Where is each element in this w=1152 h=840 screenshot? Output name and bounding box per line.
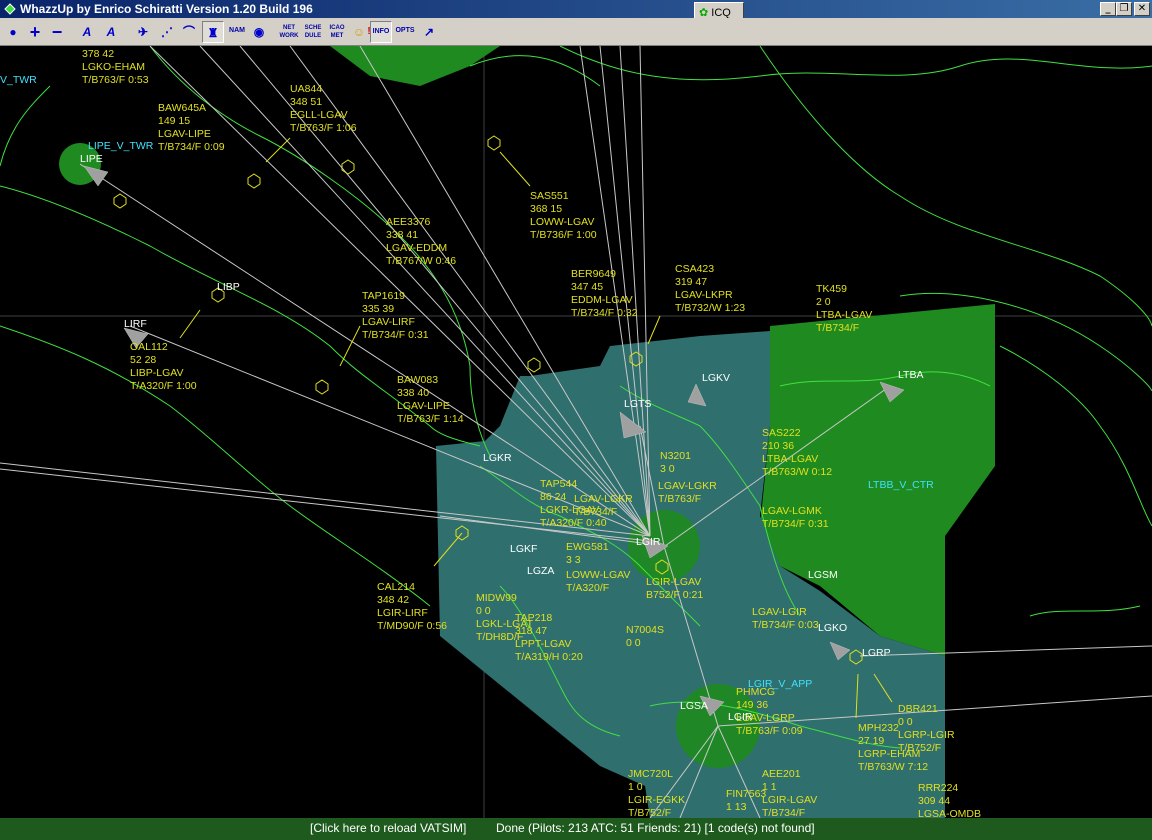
airplane-icon: ✈ (137, 25, 149, 39)
flight-label[interactable]: SAS222 210 36 LTBA-LGAV T/B763/W 0:12 (762, 427, 832, 479)
pointer-button[interactable]: ↗ (418, 21, 440, 43)
globe-icon: ● (9, 25, 17, 39)
earth-icon: ◉ (253, 25, 265, 39)
tower-button[interactable]: ♜ (202, 21, 224, 43)
flight-label[interactable]: LGAV-LGMK T/B734/F 0:31 (762, 505, 829, 531)
flight-label[interactable]: SAS551 368 15 LOWW-LGAV T/B736/F 1:00 (530, 190, 597, 242)
flight-label[interactable]: LGIR-LGAV B752/F 0:21 (646, 576, 703, 602)
airport-label[interactable]: LGKR (483, 452, 512, 464)
flight-label[interactable]: RRR224 309 44 LGSA-OMDB (918, 782, 981, 818)
status-bar: [Click here to reload VATSIM] Done (Pilo… (0, 818, 1152, 840)
font-smaller-button[interactable]: A (76, 21, 98, 43)
flight-label[interactable]: LGAV-LGKR T/B763/F (658, 480, 717, 506)
flight-label[interactable]: N7004S 0 0 (626, 624, 664, 650)
tower-icon: ♜ (207, 26, 219, 40)
controller-label[interactable]: V_TWR (0, 74, 37, 86)
airport-label[interactable]: LGKV (702, 372, 730, 384)
airport-label[interactable]: LGIR (636, 536, 661, 548)
network-button[interactable]: NET WORK (278, 21, 300, 43)
flight-label[interactable]: TK459 2 0 LTBA-LGAV T/B734/F (816, 283, 872, 335)
airport-label[interactable]: LGSA (680, 700, 708, 712)
airport-label[interactable]: LGKO (818, 622, 847, 634)
airport-label[interactable]: LTBA (898, 369, 923, 381)
schedule-button[interactable]: SCHE DULE (302, 21, 324, 43)
flight-label[interactable]: UA844 348 51 EGLL-LGAV T/B763/F 1:06 (290, 83, 357, 135)
toolbar: ● + − A A ✈ ⋰ ⌒ ♜ NAM ◉ NET WORK SCHE DU… (0, 18, 1152, 46)
pointer-icon: ↗ (423, 25, 435, 39)
nam-button[interactable]: NAM (226, 21, 248, 43)
airport-label[interactable]: LGRP (862, 647, 891, 659)
flight-label[interactable]: AEE3376 338 41 LGAV-EDDM T/B767/W 0:46 (386, 216, 456, 268)
status-text: Done (Pilots: 213 ATC: 51 Friends: 21) [… (496, 821, 815, 835)
airport-label[interactable]: LIRF (124, 318, 147, 330)
reload-vatsim-link[interactable]: [Click here to reload VATSIM] (310, 821, 466, 835)
flight-label[interactable]: OAL112 52 28 LIBP-LGAV T/A320/F 1:00 (130, 341, 197, 393)
airport-label[interactable]: LIBP (217, 281, 240, 293)
close-button[interactable]: ✕ (1134, 2, 1150, 16)
options-button[interactable]: OPTS (394, 21, 416, 43)
icao-met-button[interactable]: ICAO MET (326, 21, 348, 43)
minimize-button[interactable]: _ (1100, 2, 1116, 16)
airport-label[interactable]: LIPE (80, 153, 103, 165)
airplane-button[interactable]: ✈ (132, 21, 154, 43)
flight-label[interactable]: EWG581 3 3 (566, 541, 609, 567)
route-dots-button[interactable]: ⋰ (156, 21, 178, 43)
airport-label[interactable]: LGTS (624, 398, 651, 410)
flight-label[interactable]: LGAV-LGIR T/B734/F 0:03 (752, 606, 819, 632)
track-button[interactable]: ⌒ (178, 21, 200, 43)
airport-label[interactable]: LGZA (527, 565, 554, 577)
airport-label[interactable]: LGKF (510, 543, 537, 555)
flight-label[interactable]: DBR421 0 0 LGRP-LGIR T/B752/F (898, 703, 955, 755)
info-button[interactable]: INFO (370, 21, 392, 43)
airport-label[interactable]: LGSM (808, 569, 838, 581)
dots-icon: ⋰ (161, 25, 173, 39)
flight-label[interactable]: LOWW-LGAV T/A320/F (566, 569, 630, 595)
curve-icon: ⌒ (182, 25, 195, 39)
whazzup-app-icon (4, 3, 16, 15)
flight-label[interactable]: N3201 3 0 (660, 450, 691, 476)
flight-label[interactable]: FIN7563 1 13 (726, 788, 766, 814)
flight-label[interactable]: TAP1619 335 39 LGAV-LIRF T/B734/F 0:31 (362, 290, 429, 342)
flight-label[interactable]: LGAV-LGKR T/B734/F (574, 493, 633, 519)
airport-label[interactable]: LGIR (728, 711, 753, 723)
flight-label[interactable]: JMC720L 1 0 LGIR-EGKK T/B752/F (628, 768, 685, 818)
earth-button[interactable]: ◉ (248, 21, 270, 43)
controller-label[interactable]: LTBB_V_CTR (868, 479, 934, 491)
fir-sector-north (330, 46, 500, 86)
window-title: WhazzUp by Enrico Schiratti Version 1.20… (20, 2, 313, 16)
title-bar: WhazzUp by Enrico Schiratti Version 1.20… (0, 0, 1152, 22)
controller-label[interactable]: LIPE_V_TWR (88, 140, 153, 152)
flight-label[interactable]: BER9649 347 45 EDDM-LGAV T/B734/F 0:32 (571, 268, 638, 320)
flight-label[interactable]: TAP218 318 47 LPPT-LGAV T/A319/H 0:20 (515, 612, 583, 664)
flight-label[interactable]: AEE201 1 1 LGIR-LGAV T/B734/F (762, 768, 817, 818)
radar-map[interactable]: 378 42 LGKO-EHAM T/B763/F 0:53 BAW645A 14… (0, 46, 1152, 818)
flight-label[interactable]: BAW083 338 40 LGAV-LIPE T/B763/F 1:14 (397, 374, 464, 426)
flight-label[interactable]: 378 42 LGKO-EHAM T/B763/F 0:53 (82, 48, 149, 87)
globe-button[interactable]: ● (2, 21, 24, 43)
flight-label[interactable]: CSA423 319 47 LGAV-LKPR T/B732/W 1:23 (675, 263, 745, 315)
maximize-button[interactable]: ❐ (1116, 2, 1132, 16)
flight-label[interactable]: BAW645A 149 15 LGAV-LIPE T/B734/F 0:09 (158, 102, 225, 154)
zoom-out-button[interactable]: − (46, 21, 68, 43)
zoom-in-button[interactable]: + (24, 21, 46, 43)
flight-label[interactable]: CAL214 348 42 LGIR-LIRF T/MD90/F 0:56 (377, 581, 447, 633)
font-larger-button[interactable]: A (100, 21, 122, 43)
map-canvas[interactable] (0, 46, 1152, 818)
controller-label[interactable]: LGIR_V_APP (748, 678, 812, 690)
